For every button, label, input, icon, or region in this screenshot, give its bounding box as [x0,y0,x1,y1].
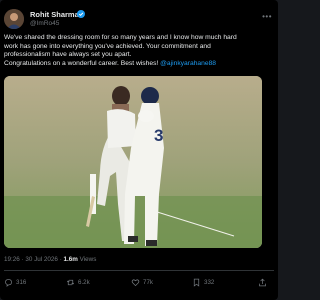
reply-button[interactable]: 316 [4,278,26,287]
views-label: Views [79,256,97,263]
action-bar: 316 6.2k 77k 332 [4,278,270,290]
bookmark-button[interactable]: 332 [192,278,214,287]
author-handle[interactable]: @ImRo45 [30,20,59,27]
like-icon [131,279,140,287]
post-image[interactable]: 3 [4,76,262,248]
post-header: Rohit Sharma @ImRo45 ••• [4,8,274,30]
reply-icon [5,279,12,287]
like-button[interactable]: 77k [131,278,153,287]
reply-count: 316 [16,279,27,286]
like-count: 77k [143,279,153,286]
repost-count: 6.2k [78,279,90,286]
post-time[interactable]: 19:26 [4,256,20,263]
bookmark-icon [193,278,200,287]
share-icon [259,278,266,287]
author-name[interactable]: Rohit Sharma [30,10,79,19]
post-text-segment: Congratulations on a wonderful career. B… [4,59,161,67]
repost-button[interactable]: 6.2k [66,278,90,287]
share-button[interactable] [258,278,267,287]
post-date[interactable]: 30 Jul 2026 [25,256,58,263]
post-text-line: We've shared the dressing room for so ma… [4,34,237,41]
verified-badge-icon [77,10,85,18]
post-meta: 19:26 · 30 Jul 2026 · 1.6m Views [4,256,96,263]
cricket-photo: 3 [4,76,262,248]
bookmark-count: 332 [204,279,215,286]
post-text-line: work has gone into everything you've ach… [4,42,211,50]
post-text-line: Congratulations on a wonderful career. B… [4,60,274,69]
post-card: Rohit Sharma @ImRo45 ••• We've shared th… [0,0,278,300]
divider [4,270,274,271]
post-text: We've shared the dressing room for so ma… [4,34,274,68]
more-icon[interactable]: ••• [262,12,272,21]
mention-link[interactable]: @ajinkyarahane88 [160,60,216,67]
avatar[interactable] [4,9,24,29]
svg-text:3: 3 [154,126,163,145]
repost-icon [66,279,75,286]
views-count: 1.6m [63,256,78,263]
post-text-line: professionalism have always set you apar… [4,51,132,59]
